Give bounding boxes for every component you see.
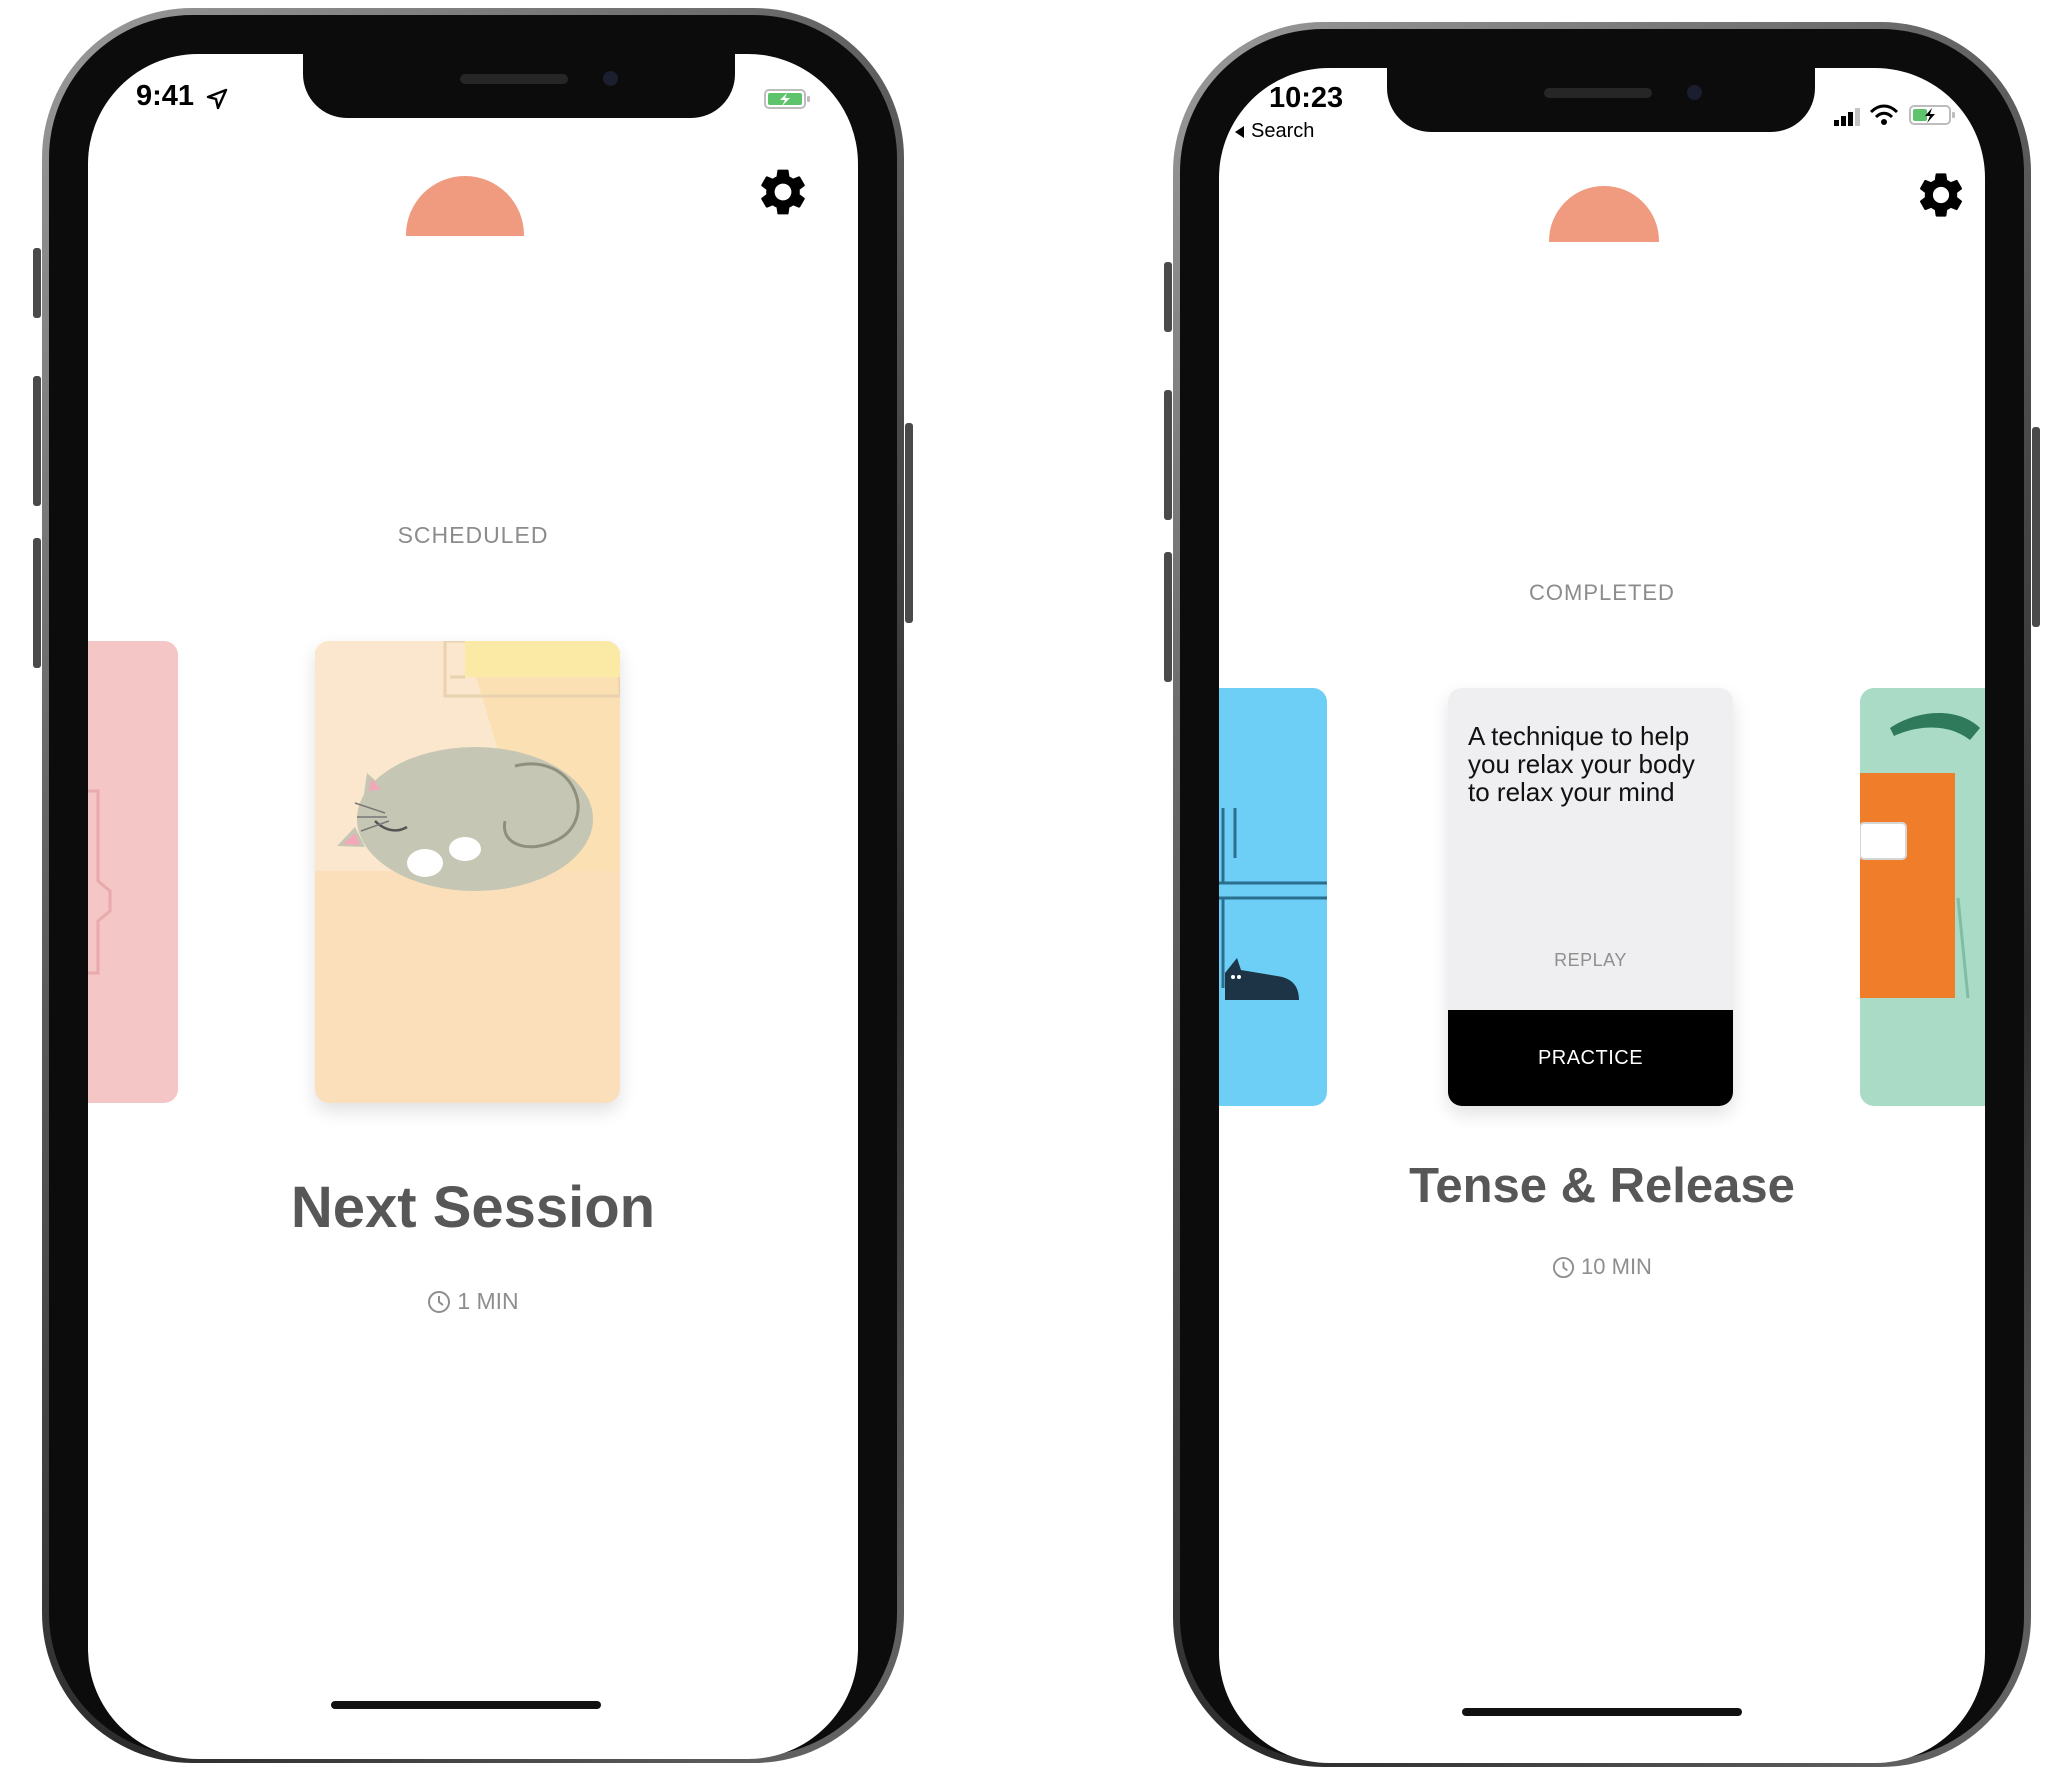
speaker: [460, 74, 568, 84]
home-indicator[interactable]: [1462, 1708, 1742, 1716]
power-button: [905, 423, 913, 623]
phone-completed: 10:23 Search COMPLETED A technique to he…: [1164, 22, 2040, 1767]
card-description: A technique to help you relax your body …: [1468, 721, 1695, 807]
replay-link[interactable]: REPLAY: [1448, 950, 1733, 971]
gear-icon[interactable]: [1914, 168, 1968, 222]
screen: 10:23 Search COMPLETED A technique to he…: [1219, 68, 1985, 1763]
session-title: Tense & Release: [1409, 1159, 1795, 1213]
speaker: [1544, 88, 1652, 98]
power-button: [2032, 427, 2040, 627]
card-illustration: [1860, 713, 1980, 999]
session-duration: 10 MIN: [1219, 1254, 1985, 1280]
home-indicator[interactable]: [331, 1701, 601, 1709]
wifi-icon: [1869, 104, 1899, 125]
duration-label: 1 MIN: [457, 1288, 519, 1314]
cellular-signal-icon: [1834, 108, 1860, 126]
notch: [1387, 68, 1815, 132]
carousel-card-current[interactable]: A technique to help you relax your body …: [1448, 688, 1733, 1106]
carousel-card-previous[interactable]: [88, 641, 178, 1103]
battery-charging-icon: [764, 89, 810, 109]
sleeping-cat-illustration: [315, 641, 620, 891]
gear-icon[interactable]: [755, 164, 811, 220]
volume-down-button: [1164, 552, 1172, 682]
volume-up-button: [33, 376, 41, 506]
duration-label: 10 MIN: [1581, 1254, 1652, 1279]
practice-button[interactable]: PRACTICE: [1448, 1010, 1733, 1106]
clock-icon: [1552, 1256, 1575, 1278]
app-logo: [406, 176, 524, 236]
status-back-label: Search: [1251, 120, 1315, 142]
notch: [303, 54, 735, 118]
status-back-link[interactable]: Search: [1233, 120, 1314, 143]
battery-charging-icon: [1909, 105, 1955, 125]
session-title: Next Session: [290, 1175, 656, 1240]
volume-down-button: [33, 538, 41, 668]
carousel-card-next[interactable]: [1860, 688, 1985, 1106]
card-illustration: [88, 789, 112, 975]
app-logo: [1549, 186, 1659, 242]
clock-icon: [428, 1290, 451, 1313]
card-illustration: [1219, 808, 1327, 1000]
screen: 9:41 SCHEDULED Next Session 1 MIN: [88, 54, 858, 1759]
carousel-card-previous[interactable]: [1219, 688, 1327, 1106]
front-camera: [603, 71, 618, 86]
phone-scheduled: 9:41 SCHEDULED Next Session 1 MIN: [33, 8, 913, 1763]
status-time: 10:23: [1269, 82, 1344, 114]
section-label: COMPLETED: [1529, 580, 1675, 605]
carousel-card-current[interactable]: [315, 641, 620, 1103]
section-label: SCHEDULED: [397, 522, 549, 548]
session-duration: 1 MIN: [88, 1288, 858, 1315]
back-caret-icon: [1235, 125, 1244, 138]
silent-switch: [33, 248, 41, 318]
front-camera: [1687, 85, 1702, 100]
location-arrow-icon: [206, 88, 228, 110]
silent-switch: [1164, 262, 1172, 332]
status-time: 9:41: [136, 80, 195, 112]
volume-up-button: [1164, 390, 1172, 520]
